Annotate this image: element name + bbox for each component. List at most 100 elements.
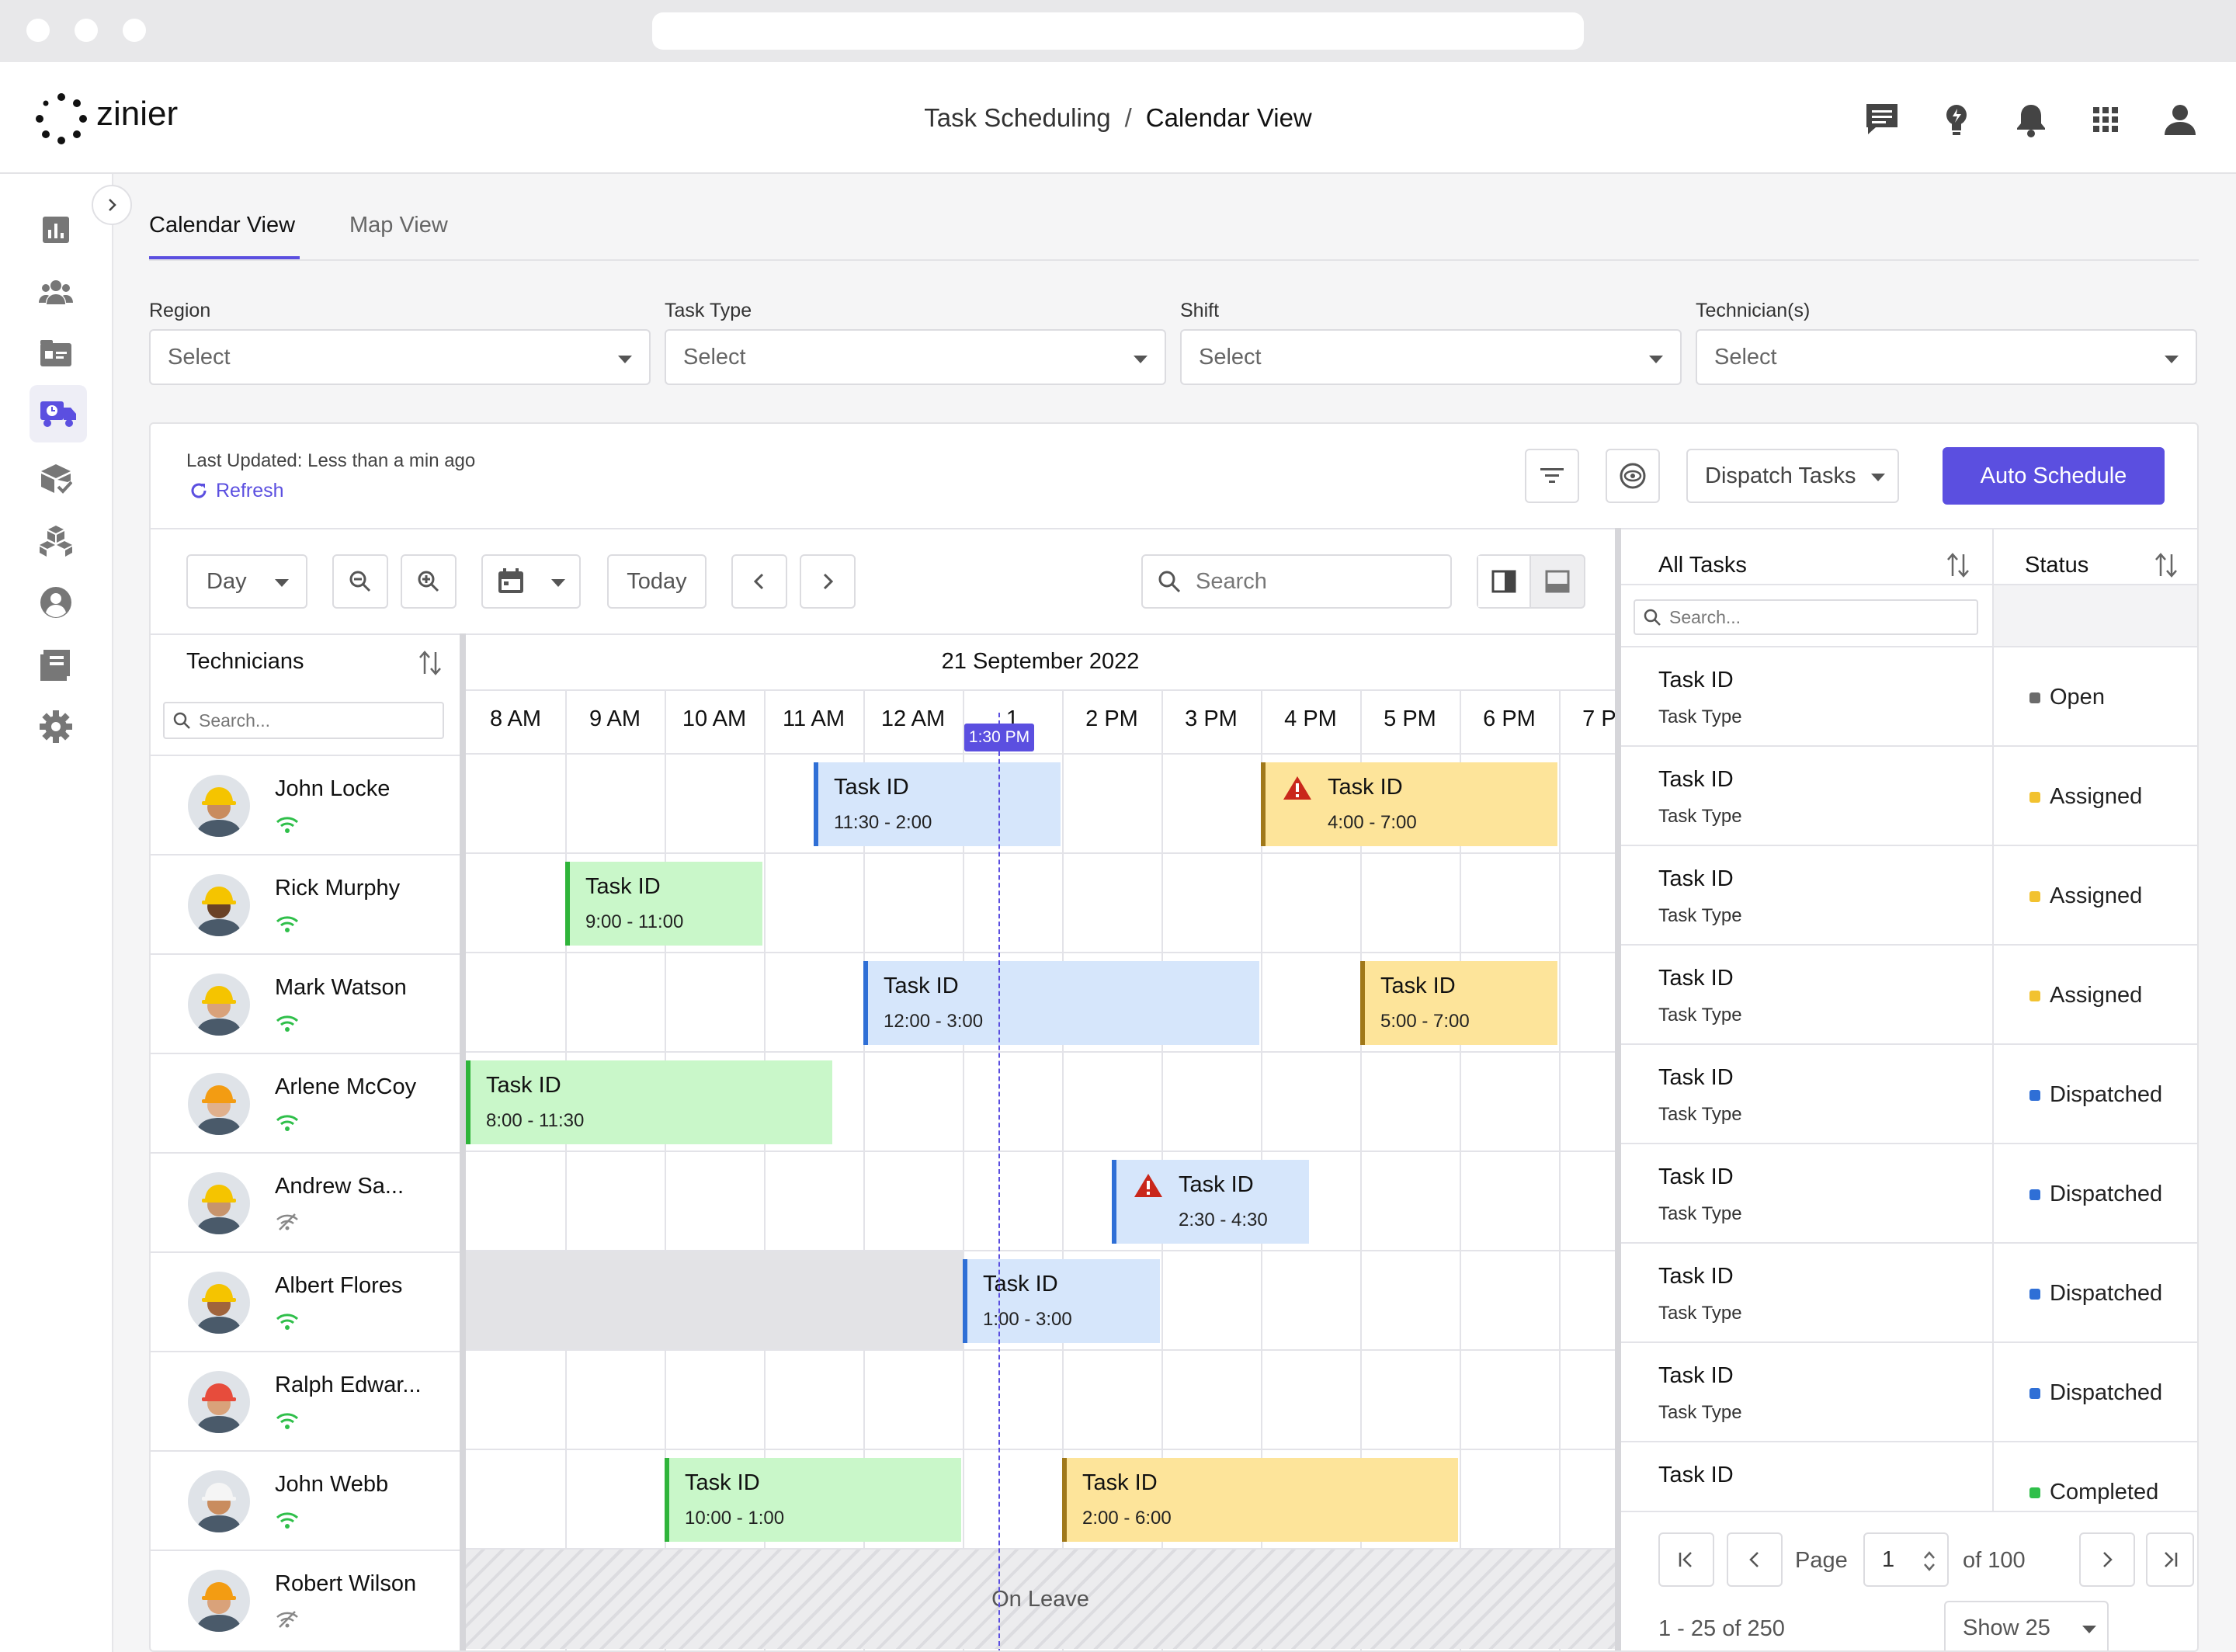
technicians-header: Technicians — [186, 649, 304, 674]
task-time: 2:30 - 4:30 — [1179, 1210, 1268, 1230]
tab-calendar-view[interactable]: Calendar View — [149, 213, 295, 238]
next-day-button[interactable] — [800, 554, 856, 609]
task-bar[interactable]: Task ID 5:00 - 7:00 — [1360, 961, 1557, 1045]
boxes-icon[interactable] — [36, 520, 76, 560]
team-icon[interactable] — [36, 272, 76, 312]
previous-day-button[interactable] — [731, 554, 787, 609]
region-select[interactable]: Select — [149, 329, 651, 385]
technicians-select[interactable]: Select — [1696, 329, 2197, 385]
technician-row[interactable]: Rick Murphy — [151, 854, 460, 953]
task-bar[interactable]: Task ID 11:30 - 2:00 — [814, 762, 1061, 846]
today-button[interactable]: Today — [607, 554, 707, 609]
avatar — [188, 1570, 250, 1632]
inventory-check-icon[interactable] — [36, 458, 76, 498]
sidebar-expand-button[interactable] — [92, 185, 132, 225]
apps-grid-icon[interactable] — [2085, 99, 2126, 140]
previous-page-button[interactable] — [1727, 1532, 1783, 1587]
task-list-type: Task Type — [1658, 806, 1742, 827]
technician-row[interactable]: Ralph Edwar... — [151, 1351, 460, 1450]
id-card-icon[interactable] — [36, 334, 76, 374]
task-list-row[interactable]: Task ID Task Type Dispatched — [1621, 1144, 2197, 1244]
task-status-label: Assigned — [2050, 983, 2143, 1008]
first-page-button[interactable] — [1658, 1532, 1714, 1587]
address-bar[interactable] — [652, 12, 1584, 50]
task-list-title: Task ID — [1658, 767, 1734, 792]
filter-button[interactable] — [1525, 449, 1579, 503]
side-panel-layout-button[interactable] — [1478, 556, 1531, 607]
dispatch-truck-icon[interactable] — [30, 385, 87, 442]
settings-gear-icon[interactable] — [36, 706, 76, 747]
reports-book-icon[interactable] — [36, 644, 76, 685]
window-maximize-dot[interactable] — [123, 19, 146, 42]
technician-row[interactable]: Andrew Sa... — [151, 1152, 460, 1251]
sort-icon[interactable] — [2154, 551, 2179, 579]
refresh-icon[interactable] — [189, 481, 208, 500]
calendar-search-input[interactable]: Search — [1141, 554, 1452, 609]
shift-select[interactable]: Select — [1180, 329, 1682, 385]
task-panel-splitter[interactable] — [1615, 528, 1621, 1650]
task-list-row[interactable]: Task ID Task Type Dispatched — [1621, 1343, 2197, 1442]
lightbulb-icon[interactable] — [1936, 99, 1977, 140]
task-bar[interactable]: Task ID 12:00 - 3:00 — [863, 961, 1259, 1045]
task-type-select[interactable]: Select — [665, 329, 1166, 385]
technician-row[interactable]: John Locke — [151, 755, 460, 854]
task-bar[interactable]: Task ID 4:00 - 7:00 — [1261, 762, 1557, 846]
breadcrumb-parent[interactable]: Task Scheduling — [924, 103, 1110, 133]
task-bar[interactable]: Task ID 1:00 - 3:00 — [963, 1259, 1160, 1343]
auto-schedule-button[interactable]: Auto Schedule — [1943, 447, 2165, 505]
task-bar[interactable]: Task ID 9:00 - 11:00 — [565, 862, 762, 946]
task-list-row[interactable]: Task ID Task Type Assigned — [1621, 747, 2197, 846]
window-close-dot[interactable] — [26, 19, 50, 42]
task-list-row[interactable]: Task ID Task Type Assigned — [1621, 946, 2197, 1045]
notification-bell-icon[interactable] — [2011, 99, 2051, 140]
dispatch-tasks-dropdown[interactable]: Dispatch Tasks — [1686, 449, 1899, 503]
technician-row[interactable]: Mark Watson — [151, 953, 460, 1053]
task-list-row[interactable]: Task ID Task Type Dispatched — [1621, 1244, 2197, 1343]
task-list-row[interactable]: Task ID Task Type Assigned — [1621, 846, 2197, 946]
column-splitter[interactable] — [460, 633, 466, 1650]
task-bar[interactable]: Task ID 10:00 - 1:00 — [665, 1458, 961, 1542]
task-bar[interactable]: Task ID 8:00 - 11:30 — [466, 1060, 832, 1144]
tab-map-view[interactable]: Map View — [349, 213, 448, 238]
analytics-icon[interactable] — [36, 210, 76, 250]
task-title: Task ID — [1179, 1172, 1254, 1197]
chat-icon[interactable] — [1862, 99, 1902, 140]
on-leave-label: On Leave — [991, 1586, 1089, 1612]
task-list-title: Task ID — [1658, 1065, 1734, 1090]
wifi-offline-icon — [275, 1610, 300, 1629]
task-list-type: Task Type — [1658, 1203, 1742, 1224]
technician-row[interactable]: Robert Wilson — [151, 1550, 460, 1649]
task-list-row[interactable]: Task ID Task Type Dispatched — [1621, 1045, 2197, 1144]
warning-icon — [1134, 1172, 1163, 1199]
technician-search-input[interactable]: Search... — [163, 702, 444, 739]
task-status-label: Assigned — [2050, 784, 2143, 809]
sort-icon[interactable] — [418, 649, 443, 677]
view-settings-button[interactable] — [1606, 449, 1660, 503]
technician-row[interactable]: Albert Flores — [151, 1251, 460, 1351]
technician-row[interactable]: John Webb — [151, 1450, 460, 1550]
window-minimize-dot[interactable] — [75, 19, 98, 42]
task-search-input[interactable]: Search... — [1634, 599, 1978, 635]
technician-name: Mark Watson — [275, 975, 407, 1000]
user-circle-icon[interactable] — [36, 582, 76, 623]
date-picker-button[interactable] — [481, 554, 581, 609]
last-page-button[interactable] — [2146, 1532, 2194, 1587]
sort-icon[interactable] — [1946, 551, 1970, 579]
task-bar[interactable]: Task ID 2:00 - 6:00 — [1062, 1458, 1458, 1542]
all-tasks-panel: All Tasks Status Search... Task ID Task … — [1621, 529, 2197, 1650]
next-page-button[interactable] — [2079, 1532, 2135, 1587]
zoom-out-button[interactable] — [332, 554, 388, 609]
page-size-select[interactable]: Show 25 — [1944, 1601, 2109, 1650]
technician-row[interactable]: Arlene McCoy — [151, 1053, 460, 1152]
page-number-stepper[interactable]: 1 — [1863, 1532, 1949, 1587]
task-list-row[interactable]: Task ID Task Type Open — [1621, 647, 2197, 747]
bottom-panel-layout-button[interactable] — [1531, 556, 1584, 607]
view-mode-select[interactable]: Day — [186, 554, 307, 609]
task-list-type: Task Type — [1658, 706, 1742, 727]
user-profile-icon[interactable] — [2160, 99, 2200, 140]
refresh-link[interactable]: Refresh — [216, 480, 284, 502]
task-list-row[interactable]: Task ID Completed — [1621, 1442, 2197, 1511]
search-icon — [173, 712, 190, 729]
zoom-in-button[interactable] — [401, 554, 457, 609]
task-bar[interactable]: Task ID 2:30 - 4:30 — [1112, 1160, 1309, 1244]
